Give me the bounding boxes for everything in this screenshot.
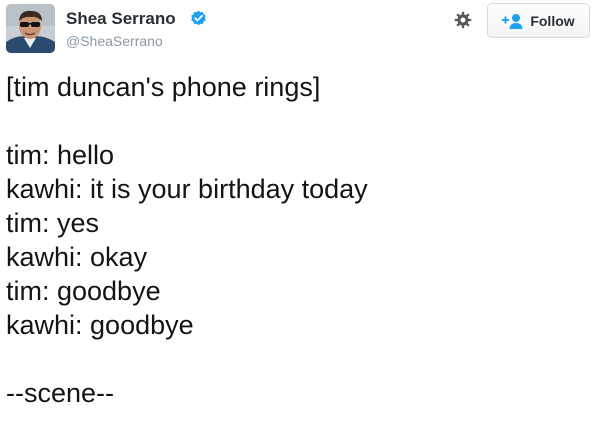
tweet-line: tim: yes xyxy=(6,208,100,238)
user-handle[interactable]: @SheaSerrano xyxy=(66,33,163,49)
tweet-line: kawhi: goodbye xyxy=(6,310,194,340)
tweet-line: kawhi: okay xyxy=(6,242,148,272)
verified-badge-icon xyxy=(190,10,207,27)
avatar[interactable] xyxy=(6,4,55,53)
tweet-line: kawhi: it is your birthday today xyxy=(6,174,368,204)
tweet-text: [tim duncan's phone rings] tim: hello ka… xyxy=(6,70,596,410)
gear-icon[interactable] xyxy=(454,11,472,29)
follow-button[interactable]: Follow xyxy=(487,3,590,38)
tweet-blank-line xyxy=(6,342,596,376)
tweet-line: tim: goodbye xyxy=(6,276,161,306)
add-user-icon xyxy=(502,13,524,29)
tweet-blank-line xyxy=(6,104,596,138)
tweet-line: [tim duncan's phone rings] xyxy=(6,72,321,102)
follow-label: Follow xyxy=(530,12,575,29)
tweet-line: tim: hello xyxy=(6,140,115,170)
display-name[interactable]: Shea Serrano xyxy=(66,9,176,29)
tweet-line: --scene-- xyxy=(6,378,115,408)
